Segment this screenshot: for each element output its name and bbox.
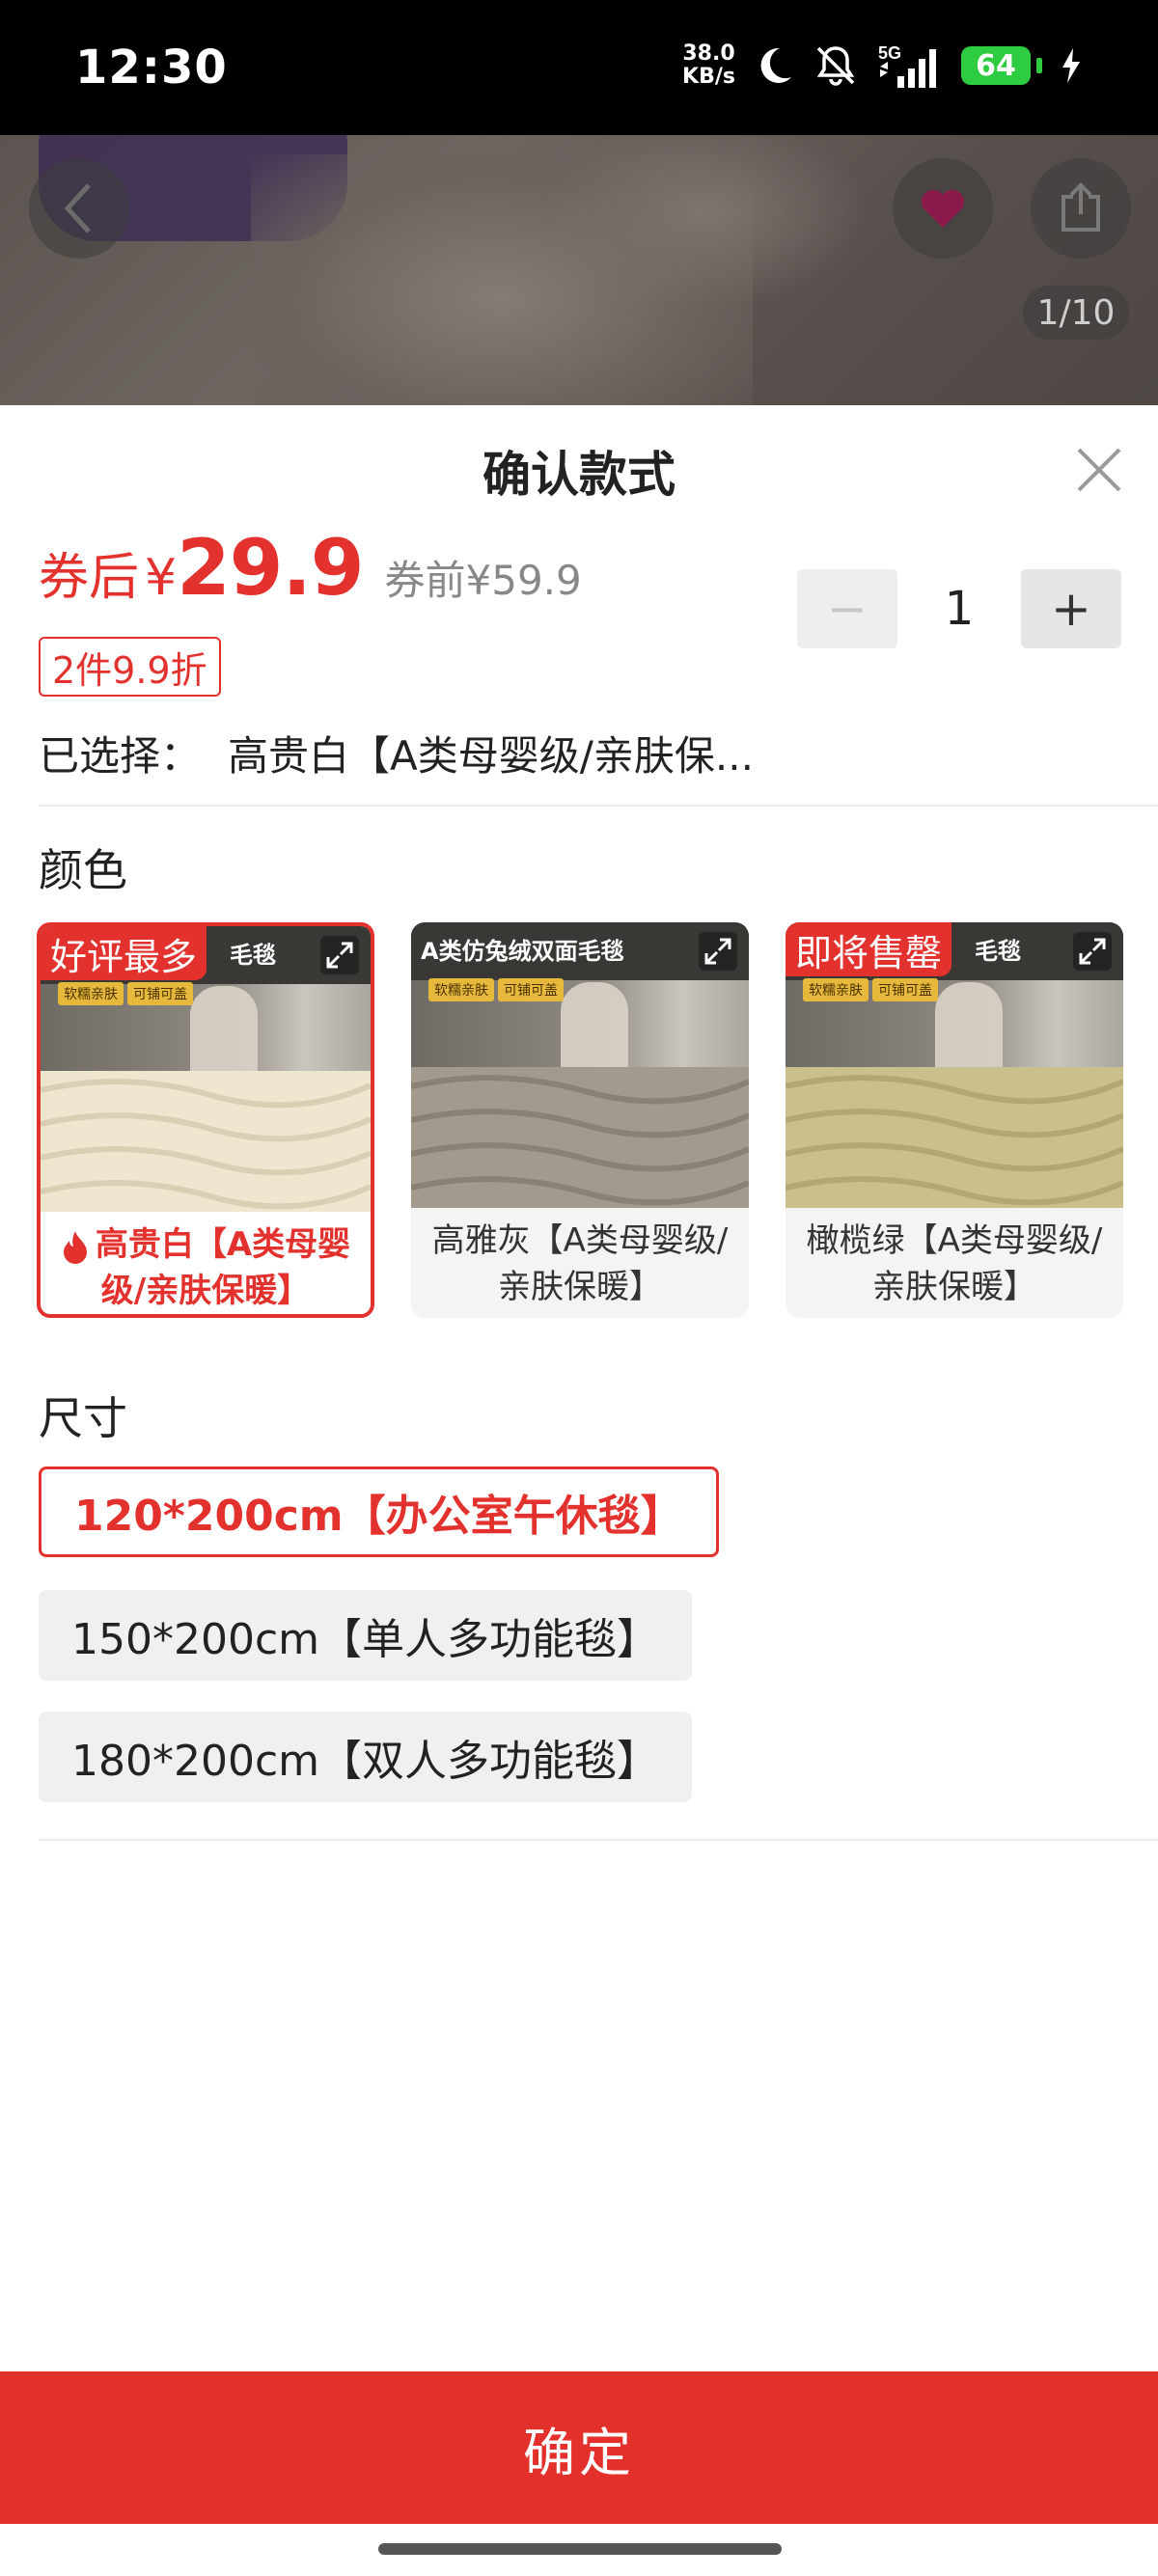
quantity-increase-button[interactable]: + [1021,569,1121,648]
close-icon [1077,448,1121,492]
selling-out-badge: 即将售罄 [786,922,952,976]
image-subtags: 软糯亲肤 可铺可盖 [58,982,193,1005]
image-subtag: 软糯亲肤 [803,978,868,1001]
charging-icon [1060,46,1083,85]
home-indicator[interactable] [378,2543,782,2555]
promo-tag: 2件9.9折 [39,637,221,697]
color-option-white[interactable]: 毛毯 软糯亲肤 可铺可盖 好评最多 高贵白【A类母婴级/亲肤保暖】 [37,922,374,1318]
price-currency: ¥ [145,549,178,607]
image-subtags: 软糯亲肤 可铺可盖 [803,978,938,1001]
color-option-gray[interactable]: A类仿兔绒双面毛毯 软糯亲肤 可铺可盖 高雅灰【A类母婴级/亲肤保暖】 [411,922,749,1318]
expand-icon[interactable] [1073,932,1112,971]
color-section-label: 颜色 [39,844,127,896]
quantity-decrease-button[interactable]: − [797,569,897,648]
share-button[interactable] [1031,158,1131,259]
quantity-stepper: − 1 + [797,569,1121,648]
image-caption: A类仿兔绒双面毛毯 [421,938,624,965]
quantity-value[interactable]: 1 [897,582,1021,636]
favorite-button[interactable] [893,158,993,259]
confirm-button[interactable]: 确定 [0,2371,1158,2524]
price-row: 券后 ¥ 29.9 券前¥59.9 [39,523,582,613]
image-subtags: 软糯亲肤 可铺可盖 [428,978,564,1001]
style-picker-sheet: 确认款式 券后 ¥ 29.9 券前¥59.9 − 1 + 2件9.9折 已选择：… [0,405,1158,2576]
share-icon [1062,182,1100,232]
product-image-backdrop [0,135,1158,405]
gallery-page-indicator: 1/10 [1023,286,1129,340]
close-button[interactable] [1073,444,1125,496]
divider [39,805,1158,807]
expand-icon[interactable] [699,932,737,971]
price-before-coupon: 券前¥59.9 [384,557,582,604]
chevron-left-icon [64,183,91,233]
fire-icon [63,1230,87,1264]
signal-icon: 5G [876,41,944,90]
expand-icon[interactable] [320,936,359,974]
sheet-title: 确认款式 [482,447,676,503]
selected-summary: 已选择： 高贵白【A类母婴级/亲肤保... [39,724,754,782]
price-value: 29.9 [177,523,364,613]
color-option-olive[interactable]: 毛毯 软糯亲肤 可铺可盖 即将售罄 橄榄绿【A类母婴级/亲肤保暖】 [786,922,1123,1318]
color-option-image: A类仿兔绒双面毛毯 软糯亲肤 可铺可盖 [411,922,749,1208]
network-type: 5G [878,43,901,63]
size-option-150x200[interactable]: 150*200cm【单人多功能毯】 [39,1590,693,1681]
bell-off-icon [813,42,859,89]
selected-label: 已选择： [39,732,202,780]
network-speed-value: 38.0 [682,41,735,66]
color-option-label-text: 高贵白【A类母婴级/亲肤保暖】 [95,1225,351,1310]
best-rated-badge: 好评最多 [41,926,207,980]
size-option-180x200[interactable]: 180*200cm【双人多功能毯】 [39,1712,693,1802]
image-subtag: 可铺可盖 [872,978,938,1001]
network-speed: 38.0 KB/s [682,42,735,89]
divider [39,1839,1158,1841]
image-caption: 毛毯 [975,938,1021,965]
network-speed-unit: KB/s [682,65,735,89]
color-option-label: 橄榄绿【A类母婴级/亲肤保暖】 [806,1221,1103,1306]
battery-level: 64 [961,46,1031,85]
status-time: 12:30 [75,41,228,95]
image-subtag: 可铺可盖 [127,982,193,1005]
status-icons: 38.0 KB/s 5G 64 [682,37,1083,95]
selected-value: 高贵白【A类母婴级/亲肤保... [228,732,754,780]
price-prefix: 券后 [39,549,140,607]
back-button[interactable] [29,158,129,259]
size-section-label: 尺寸 [39,1392,127,1444]
image-subtag: 可铺可盖 [498,978,564,1001]
image-subtag: 软糯亲肤 [58,982,124,1005]
color-option-label: 高贵白【A类母婴级/亲肤保暖】 [41,1216,371,1314]
image-caption: 毛毯 [230,942,276,969]
color-option-label: 高雅灰【A类母婴级/亲肤保暖】 [431,1221,729,1306]
size-option-120x200[interactable]: 120*200cm【办公室午休毯】 [39,1466,719,1557]
battery-icon: 64 [961,46,1042,85]
heart-icon [921,189,965,228]
status-bar: 12:30 38.0 KB/s 5G 64 [0,0,1158,135]
moon-icon [753,44,795,87]
image-subtag: 软糯亲肤 [428,978,494,1001]
